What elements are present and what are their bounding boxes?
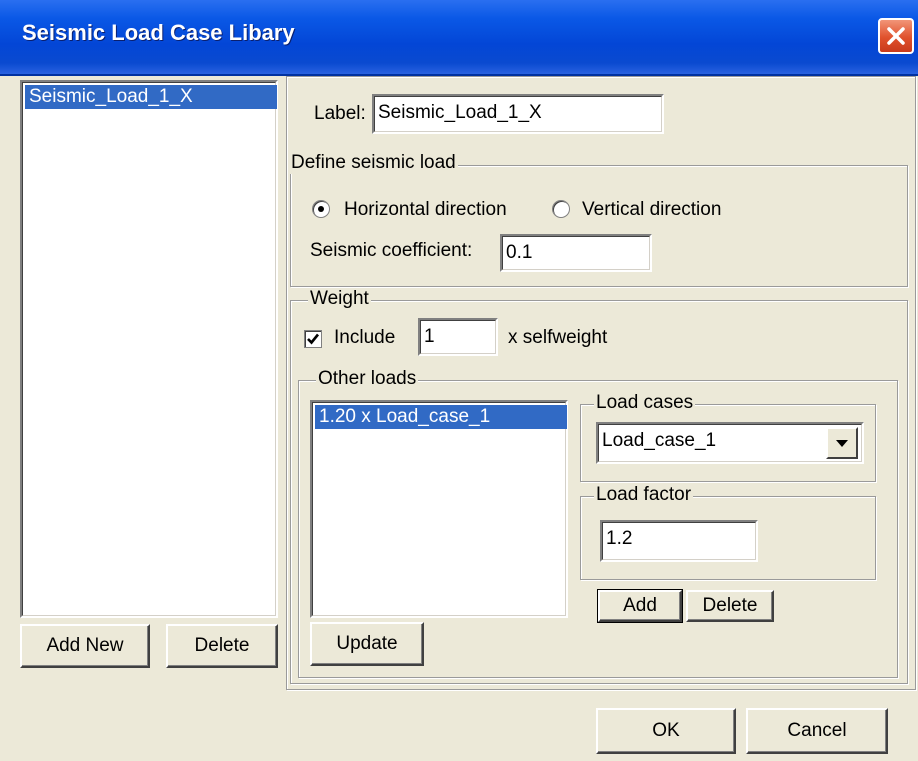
define-seismic-load-legend: Define seismic load xyxy=(289,152,458,174)
add-new-button[interactable]: Add New xyxy=(20,624,150,668)
vertical-direction-label[interactable]: Vertical direction xyxy=(582,199,721,221)
label-input[interactable]: Seismic_Load_1_X xyxy=(372,94,664,134)
selfweight-suffix: x selfweight xyxy=(508,327,608,348)
close-icon xyxy=(887,27,905,45)
other-loads-list[interactable]: 1.20 x Load_case_1 xyxy=(310,400,568,618)
delete-load-button[interactable]: Delete xyxy=(686,590,774,622)
label-caption: Label: xyxy=(314,103,366,124)
weight-legend: Weight xyxy=(308,288,371,310)
load-factor-input[interactable]: 1.2 xyxy=(600,520,758,562)
include-selfweight-checkbox[interactable] xyxy=(304,330,322,348)
horizontal-direction-radio[interactable] xyxy=(312,200,330,218)
dropdown-arrow-button[interactable] xyxy=(826,427,858,459)
horizontal-direction-label[interactable]: Horizontal direction xyxy=(344,199,507,221)
title-bar: Seismic Load Case Libary xyxy=(0,0,918,76)
seismic-coefficient-label: Seismic coefficient: xyxy=(310,240,473,261)
cancel-button[interactable]: Cancel xyxy=(746,708,888,754)
update-button[interactable]: Update xyxy=(310,622,424,666)
label-input-value: Seismic_Load_1_X xyxy=(378,102,542,123)
window-title: Seismic Load Case Libary xyxy=(22,20,295,45)
selfweight-factor-input[interactable]: 1 xyxy=(418,318,498,356)
vertical-direction-radio[interactable] xyxy=(552,200,570,218)
selfweight-factor-value: 1 xyxy=(424,326,435,347)
load-cases-legend: Load cases xyxy=(594,392,696,414)
include-label[interactable]: Include xyxy=(334,327,395,349)
ok-button[interactable]: OK xyxy=(596,708,736,754)
close-button[interactable] xyxy=(878,18,914,54)
chevron-down-icon xyxy=(836,440,848,447)
load-cases-selected: Load_case_1 xyxy=(602,430,717,451)
delete-case-button[interactable]: Delete xyxy=(166,624,278,668)
seismic-load-list[interactable]: Seismic_Load_1_X xyxy=(20,80,278,618)
list-item[interactable]: Seismic_Load_1_X xyxy=(25,85,277,109)
list-item[interactable]: 1.20 x Load_case_1 xyxy=(315,405,567,429)
load-factor-value: 1.2 xyxy=(606,528,633,549)
other-loads-legend: Other loads xyxy=(316,368,419,390)
load-cases-dropdown[interactable]: Load_case_1 xyxy=(596,422,864,464)
seismic-coefficient-value: 0.1 xyxy=(506,242,533,263)
check-icon xyxy=(307,333,320,345)
seismic-coefficient-input[interactable]: 0.1 xyxy=(500,234,652,272)
load-factor-legend: Load factor xyxy=(594,484,694,506)
add-load-button[interactable]: Add xyxy=(597,589,683,623)
